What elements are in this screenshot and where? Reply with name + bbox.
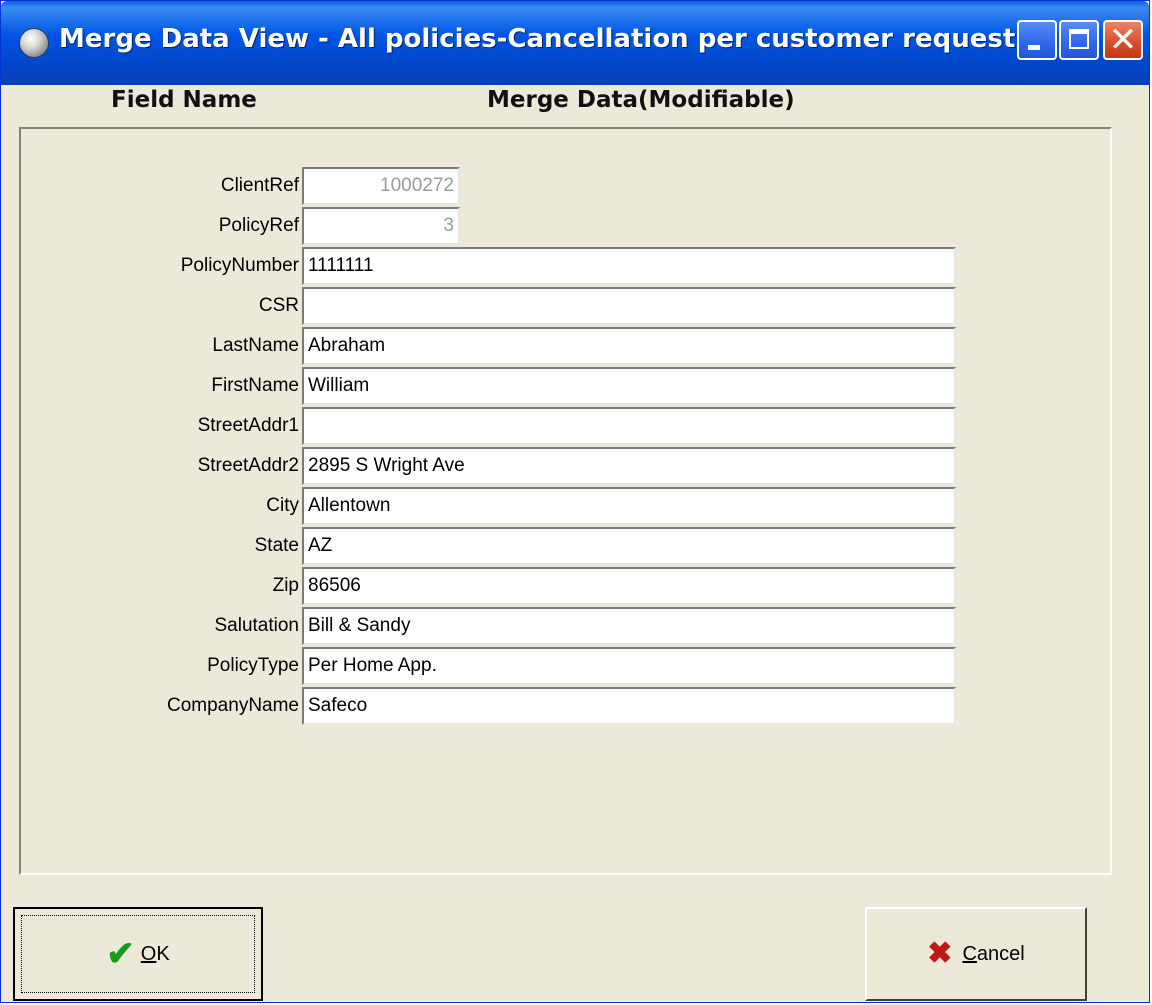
field-label: PolicyType: [207, 655, 299, 676]
maximize-button[interactable]: [1059, 20, 1099, 60]
field-label: City: [266, 495, 299, 516]
field-input[interactable]: Abraham: [302, 327, 956, 365]
minimize-button[interactable]: [1017, 20, 1057, 60]
field-input[interactable]: William: [302, 367, 956, 405]
field-row: StreetAddr1: [21, 407, 1021, 445]
minimize-icon: [1028, 45, 1040, 50]
field-label-box: CSR: [21, 287, 299, 325]
field-label: CompanyName: [167, 695, 299, 716]
field-label-box: ClientRef: [21, 167, 299, 205]
app-icon: [19, 28, 49, 58]
field-row: City Allentown: [21, 487, 1021, 525]
close-icon: ✕: [1108, 20, 1138, 60]
field-row: Zip 86506: [21, 567, 1021, 605]
field-row: LastName Abraham: [21, 327, 1021, 365]
field-row: State AZ: [21, 527, 1021, 565]
field-input[interactable]: Safeco: [302, 687, 956, 725]
field-row: CompanyName Safeco: [21, 687, 1021, 725]
field-input[interactable]: 86506: [302, 567, 956, 605]
field-label-box: PolicyNumber: [21, 247, 299, 285]
field-label-box: PolicyType: [21, 647, 299, 685]
x-icon: ✖: [927, 937, 953, 970]
field-row: PolicyRef 3: [21, 207, 1021, 245]
field-row: CSR: [21, 287, 1021, 325]
field-input[interactable]: Bill & Sandy: [302, 607, 956, 645]
field-label: State: [254, 535, 299, 556]
title-bar[interactable]: Merge Data View - All policies-Cancellat…: [1, 1, 1149, 85]
field-row: PolicyType Per Home App.: [21, 647, 1021, 685]
field-row: StreetAddr2 2895 S Wright Ave: [21, 447, 1021, 485]
field-label: PolicyRef: [218, 215, 299, 236]
field-label: ClientRef: [220, 175, 299, 196]
field-row: PolicyNumber 1111111: [21, 247, 1021, 285]
merge-data-view-window: Merge Data View - All policies-Cancellat…: [0, 0, 1150, 1003]
field-input[interactable]: [302, 287, 956, 325]
field-label-box: FirstName: [21, 367, 299, 405]
field-label-box: StreetAddr1: [21, 407, 299, 445]
readonly-field: 1000272: [302, 167, 460, 205]
field-label-box: City: [21, 487, 299, 525]
column-headers: Field Name Merge Data(Modifiable): [1, 85, 1149, 125]
field-label-box: LastName: [21, 327, 299, 365]
field-label: PolicyNumber: [180, 255, 299, 276]
field-label: Zip: [272, 575, 299, 596]
field-input[interactable]: 2895 S Wright Ave: [302, 447, 956, 485]
field-input[interactable]: [302, 407, 956, 445]
field-label-box: Zip: [21, 567, 299, 605]
field-label: FirstName: [211, 375, 299, 396]
merge-data-header: Merge Data(Modifiable): [487, 87, 795, 113]
field-input[interactable]: AZ: [302, 527, 956, 565]
ok-button[interactable]: ✔ OK: [13, 907, 263, 1001]
field-label: LastName: [212, 335, 299, 356]
field-label: StreetAddr2: [197, 455, 299, 476]
checkmark-icon: ✔: [106, 935, 135, 973]
field-label-box: StreetAddr2: [21, 447, 299, 485]
field-label-box: PolicyRef: [21, 207, 299, 245]
field-input[interactable]: Per Home App.: [302, 647, 956, 685]
ok-button-label: OK: [140, 942, 170, 965]
window-title: Merge Data View - All policies-Cancellat…: [59, 24, 1016, 54]
fields-panel: ClientRef 1000272 PolicyRef 3 PolicyNumber 11…: [19, 127, 1112, 875]
field-label: Salutation: [214, 615, 299, 636]
field-label-box: State: [21, 527, 299, 565]
maximize-icon: [1069, 29, 1089, 49]
field-label-box: Salutation: [21, 607, 299, 645]
field-row: Salutation Bill & Sandy: [21, 607, 1021, 645]
close-button[interactable]: ✕: [1103, 20, 1143, 60]
field-input[interactable]: 1111111: [302, 247, 956, 285]
field-input[interactable]: Allentown: [302, 487, 956, 525]
field-row: FirstName William: [21, 367, 1021, 405]
field-label: CSR: [258, 295, 299, 316]
field-name-header: Field Name: [111, 87, 257, 113]
field-label-box: CompanyName: [21, 687, 299, 725]
cancel-button-label: Cancel: [962, 942, 1025, 965]
cancel-button[interactable]: ✖ Cancel: [865, 907, 1087, 1001]
field-row: ClientRef 1000272: [21, 167, 1021, 205]
field-label: StreetAddr1: [197, 415, 299, 436]
readonly-field: 3: [302, 207, 460, 245]
